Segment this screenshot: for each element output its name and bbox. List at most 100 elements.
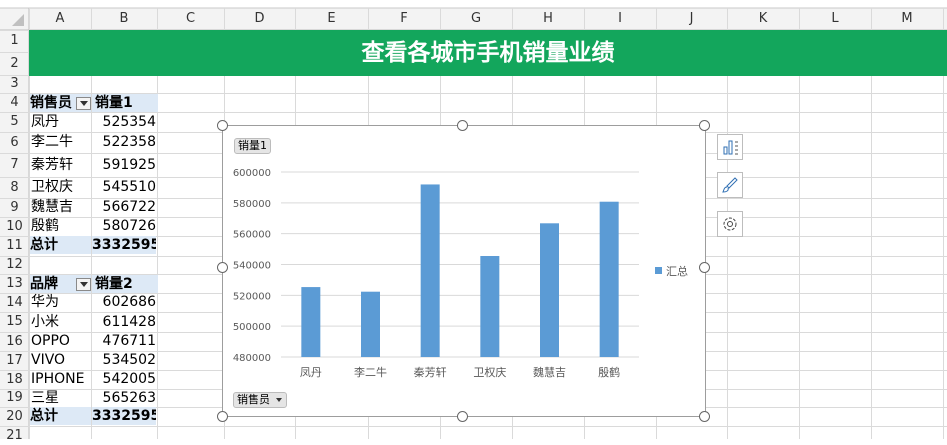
- sheet-title-banner[interactable]: 查看各城市手机销量业绩: [29, 30, 947, 76]
- row-header-12[interactable]: 12: [0, 256, 29, 274]
- legend-label: 汇总: [666, 264, 688, 278]
- column-header-e[interactable]: E: [295, 8, 368, 30]
- column-header-i[interactable]: I: [584, 8, 656, 30]
- pivot-chart[interactable]: 销量1 480000 500000 520000 540000 560000 580000…: [222, 125, 706, 417]
- chart-plot[interactable]: 480000 500000 520000 540000 560000 580000 6000…: [223, 126, 705, 416]
- pivot2-total-value[interactable]: 3332595: [92, 407, 156, 425]
- pivot2-row-name[interactable]: 小米: [31, 312, 91, 332]
- pivot1-row-name[interactable]: 魏慧吉: [31, 198, 91, 217]
- bar-0: [301, 287, 321, 357]
- x-tick-label: 秦芳轩: [414, 365, 447, 379]
- pivot2-total-label[interactable]: 总计: [30, 407, 91, 425]
- pivot1-row-name[interactable]: 殷鹤: [31, 217, 91, 236]
- column-header-l[interactable]: L: [799, 8, 871, 30]
- row-header-7[interactable]: 7: [0, 153, 29, 177]
- pivot1-row-name[interactable]: 李二牛: [31, 132, 91, 153]
- pivot1-row-value[interactable]: 580726: [92, 217, 156, 236]
- resize-handle-left[interactable]: [217, 262, 228, 273]
- pivot1-row-value[interactable]: 545510: [92, 177, 156, 198]
- row-header-9[interactable]: 9: [0, 198, 29, 217]
- row-header-17[interactable]: 17: [0, 351, 29, 370]
- resize-handle-bottom-left[interactable]: [217, 411, 228, 422]
- row-header-2[interactable]: 2: [0, 52, 29, 75]
- pivot2-row-value[interactable]: 602686: [92, 293, 156, 312]
- column-header-j[interactable]: J: [656, 8, 727, 30]
- resize-handle-right[interactable]: [699, 262, 710, 273]
- row-header-6[interactable]: 6: [0, 132, 29, 153]
- chart-filters-button[interactable]: [717, 211, 743, 237]
- row-header-19[interactable]: 19: [0, 389, 29, 407]
- row-header-1[interactable]: 1: [0, 30, 29, 52]
- pivot2-filter-dropdown[interactable]: [76, 278, 91, 291]
- column-header-a[interactable]: A: [29, 8, 91, 30]
- column-header-g[interactable]: G: [440, 8, 512, 30]
- resize-handle-top[interactable]: [457, 120, 468, 131]
- bar-1: [361, 291, 380, 357]
- pivot2-row-name[interactable]: OPPO: [31, 332, 91, 351]
- pivot2-row-value[interactable]: 611428: [92, 312, 156, 332]
- row-header-13[interactable]: 13: [0, 274, 29, 293]
- column-header-m[interactable]: M: [871, 8, 943, 30]
- y-tick-label: 480000: [233, 353, 271, 364]
- column-header-f[interactable]: F: [368, 8, 440, 30]
- pivot2-row-name[interactable]: 华为: [31, 293, 91, 312]
- legend-swatch: [655, 267, 662, 274]
- row-header-18[interactable]: 18: [0, 370, 29, 389]
- row-header-21[interactable]: 21: [0, 426, 29, 445]
- axis-field-label: 销售员: [237, 393, 270, 406]
- pivot2-row-value[interactable]: 542005: [92, 370, 156, 389]
- x-tick-label: 魏慧吉: [533, 365, 566, 379]
- pivot1-row-name[interactable]: 秦芳轩: [31, 153, 91, 177]
- chart-elements-button[interactable]: [717, 134, 743, 160]
- pivot2-row-name[interactable]: IPHONE: [31, 370, 91, 389]
- row-header-14[interactable]: 14: [0, 293, 29, 312]
- resize-handle-top-right[interactable]: [699, 120, 710, 131]
- row-header-16[interactable]: 16: [0, 332, 29, 351]
- row-header-4[interactable]: 4: [0, 93, 29, 112]
- y-tick-label: 500000: [233, 322, 271, 333]
- pivot1-total-label[interactable]: 总计: [30, 236, 91, 254]
- row-header-20[interactable]: 20: [0, 407, 29, 426]
- y-tick-label: 520000: [233, 291, 271, 302]
- bar-3: [480, 256, 500, 357]
- pivot2-header-value[interactable]: 销量2: [92, 275, 158, 293]
- pivot1-row-value[interactable]: 525354: [92, 112, 156, 132]
- row-header-5[interactable]: 5: [0, 112, 29, 132]
- pivot1-total-value[interactable]: 3332595: [92, 236, 156, 254]
- resize-handle-bottom-right[interactable]: [699, 411, 710, 422]
- pivot2-row-value[interactable]: 534502: [92, 351, 156, 370]
- row-header-10[interactable]: 10: [0, 217, 29, 236]
- resize-handle-bottom[interactable]: [457, 411, 468, 422]
- resize-handle-top-left[interactable]: [217, 120, 228, 131]
- row-header-15[interactable]: 15: [0, 312, 29, 332]
- pivot2-row-value[interactable]: 565263: [92, 389, 156, 408]
- row-header-11[interactable]: 11: [0, 236, 29, 256]
- chart-styles-button[interactable]: [717, 172, 743, 198]
- y-tick-label: 580000: [233, 199, 271, 210]
- column-header-d[interactable]: D: [224, 8, 295, 30]
- chart-styles-brush-icon: [722, 177, 738, 193]
- pivot2-row-name[interactable]: 三星: [31, 389, 91, 408]
- row-header-3[interactable]: 3: [0, 75, 29, 93]
- chart-elements-icon: [723, 140, 738, 155]
- bar-4: [540, 223, 559, 357]
- column-header-k[interactable]: K: [727, 8, 799, 30]
- pivot1-row-name[interactable]: 凤丹: [31, 112, 91, 132]
- pivot2-row-value[interactable]: 476711: [92, 332, 156, 351]
- row-header-8[interactable]: 8: [0, 177, 29, 198]
- pivot1-row-value[interactable]: 591925: [92, 153, 156, 177]
- pivot1-row-name[interactable]: 卫权庆: [31, 177, 91, 198]
- pivot2-row-name[interactable]: VIVO: [31, 351, 91, 370]
- column-header-c[interactable]: C: [157, 8, 224, 30]
- column-header-h[interactable]: H: [512, 8, 584, 30]
- pivot1-header-value[interactable]: 销量1: [92, 94, 158, 112]
- pivot1-filter-dropdown[interactable]: [76, 97, 91, 110]
- x-tick-label: 凤丹: [300, 366, 322, 379]
- axis-field-button[interactable]: 销售员: [233, 392, 287, 408]
- pivot1-row-value[interactable]: 566722: [92, 198, 156, 217]
- pivot1-row-value[interactable]: 522358: [92, 132, 156, 153]
- y-tick-label: 560000: [233, 230, 271, 241]
- x-tick-label: 卫权庆: [473, 365, 506, 379]
- x-tick-label: 殷鹤: [598, 365, 620, 379]
- column-header-b[interactable]: B: [91, 8, 157, 30]
